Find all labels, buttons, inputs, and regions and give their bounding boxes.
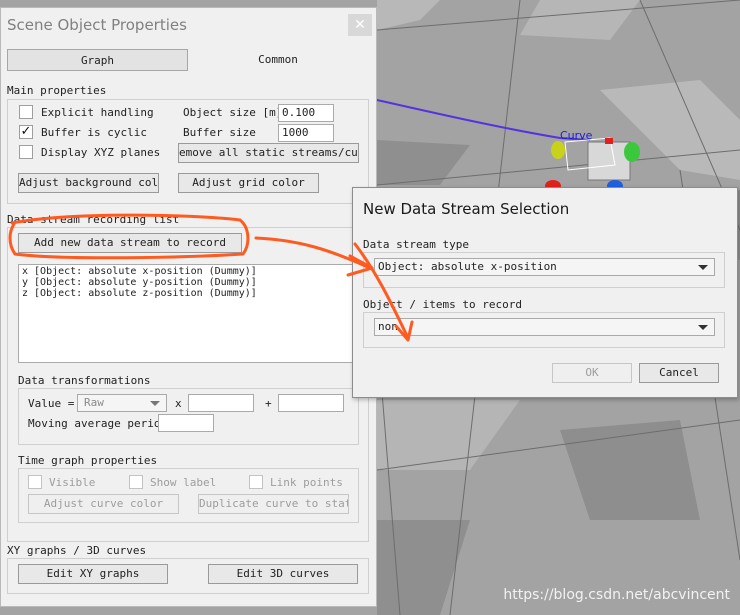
cancel-button[interactable]: Cancel: [639, 363, 719, 383]
link-points-label: Link points: [270, 476, 343, 489]
multiplier-field[interactable]: [188, 394, 254, 412]
objects-select-text: non: [378, 320, 398, 333]
main-properties-heading: Main properties: [7, 84, 107, 97]
adjust-grid-color-button[interactable]: Adjust grid color: [178, 173, 319, 193]
tab-common[interactable]: Common: [188, 49, 368, 71]
stream-type-select[interactable]: Object: absolute x-position: [374, 258, 715, 276]
list-item[interactable]: y [Object: absolute y-position (Dummy)]: [22, 277, 356, 288]
close-icon[interactable]: ✕: [348, 14, 372, 36]
duplicate-curve-button[interactable]: Duplicate curve to static: [198, 494, 349, 514]
buffer-size-field[interactable]: 1000: [278, 124, 334, 142]
plus-label: +: [265, 397, 272, 410]
moving-average-label: Moving average period: [28, 417, 168, 430]
multiplier-x-label: x: [175, 397, 182, 410]
display-xyz-checkbox[interactable]: [19, 145, 33, 159]
add-data-stream-button[interactable]: Add new data stream to record: [18, 233, 242, 253]
title-bar[interactable]: Scene Object Properties ✕: [1, 8, 376, 44]
moving-average-field[interactable]: [158, 414, 214, 432]
time-graph-heading: Time graph properties: [18, 454, 158, 467]
value-select-text: Raw: [84, 396, 104, 409]
new-data-stream-dialog: New Data Stream Selection Data stream ty…: [352, 187, 738, 398]
watermark: https://blog.csdn.net/abcvincent: [503, 587, 730, 603]
buffer-cyclic-checkbox[interactable]: ✓: [19, 125, 33, 139]
adjust-background-color-button[interactable]: Adjust background color: [18, 173, 159, 193]
data-transformations-heading: Data transformations: [18, 374, 151, 387]
data-stream-heading: Data stream recording list: [7, 213, 180, 226]
xy-graphs-heading: XY graphs / 3D curves: [7, 544, 147, 557]
remove-static-streams-button[interactable]: emove all static streams/curve: [178, 143, 359, 163]
offset-field[interactable]: [278, 394, 344, 412]
tab-graph[interactable]: Graph: [7, 49, 188, 71]
dialog-title: New Data Stream Selection: [363, 200, 570, 218]
value-select[interactable]: Raw: [77, 394, 167, 412]
explicit-handling-checkbox[interactable]: [19, 105, 33, 119]
link-points-checkbox[interactable]: [249, 475, 263, 489]
list-item[interactable]: x [Object: absolute x-position (Dummy)]: [22, 266, 356, 277]
object-size-field[interactable]: 0.100: [278, 104, 334, 122]
list-item[interactable]: z [Object: absolute z-position (Dummy)]: [22, 288, 356, 299]
visible-checkbox[interactable]: [28, 475, 42, 489]
display-xyz-label: Display XYZ planes: [41, 146, 161, 159]
chevron-down-icon: [698, 265, 708, 270]
stream-type-label: Data stream type: [363, 238, 469, 251]
window-title: Scene Object Properties: [7, 16, 187, 34]
stream-type-select-text: Object: absolute x-position: [378, 260, 557, 273]
ok-button[interactable]: OK: [552, 363, 632, 383]
explicit-handling-label: Explicit handling: [41, 106, 154, 119]
edit-xy-graphs-button[interactable]: Edit XY graphs: [18, 564, 168, 584]
value-label: Value =: [28, 397, 75, 410]
buffer-cyclic-label: Buffer is cyclic: [41, 126, 147, 139]
show-label-checkbox[interactable]: [129, 475, 143, 489]
buffer-size-label: Buffer size: [183, 126, 256, 139]
scene-object-properties-window: Scene Object Properties ✕ Graph Common M…: [0, 7, 377, 607]
chevron-down-icon: [698, 325, 708, 330]
object-size-label: Object size [m]: [183, 106, 283, 119]
objects-select[interactable]: non: [374, 318, 715, 336]
edit-3d-curves-button[interactable]: Edit 3D curves: [208, 564, 358, 584]
curve-label: Curve: [560, 129, 593, 142]
objects-label: Object / items to record: [363, 298, 522, 311]
data-stream-list[interactable]: x [Object: absolute x-position (Dummy)] …: [18, 264, 360, 363]
chevron-down-icon: [150, 401, 160, 406]
visible-label: Visible: [49, 476, 96, 489]
show-label-label: Show label: [150, 476, 217, 489]
adjust-curve-color-button[interactable]: Adjust curve color: [28, 494, 179, 514]
